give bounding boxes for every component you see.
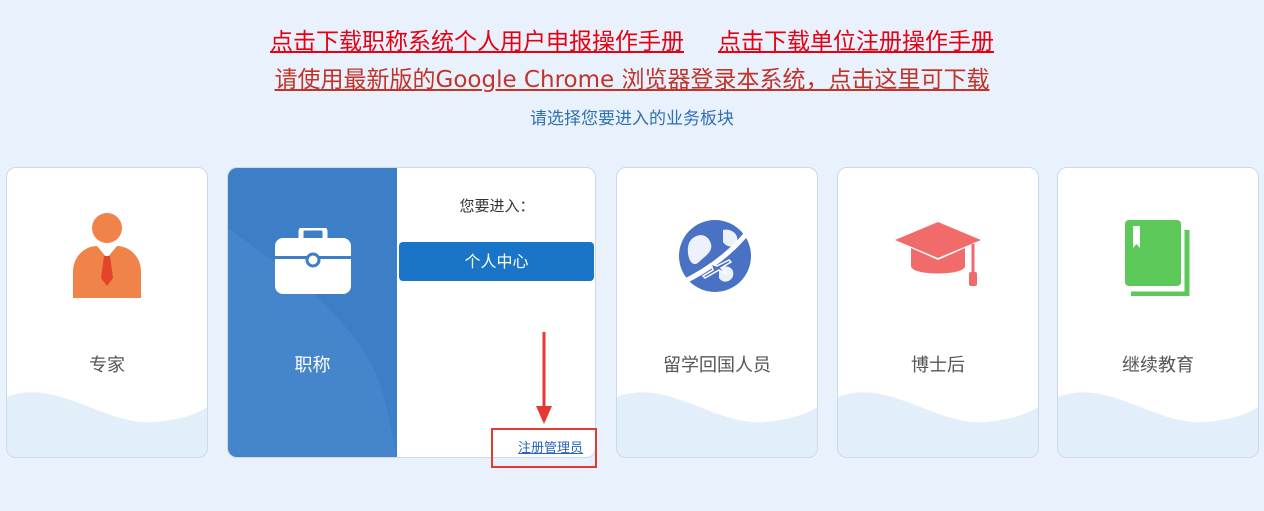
- title-evaluation-blue-panel[interactable]: 职称: [228, 168, 397, 457]
- card-wave-decoration: [617, 392, 817, 457]
- chrome-download-row: 请使用最新版的Google Chrome 浏览器登录本系统，点击这里可下载: [0, 62, 1264, 98]
- card-wave-decoration: [1058, 392, 1258, 457]
- module-card-postdoc[interactable]: 博士后: [837, 167, 1039, 458]
- enter-prompt: 您要进入：: [459, 197, 535, 215]
- briefcase-icon: [274, 225, 351, 298]
- personal-center-button[interactable]: 个人中心: [399, 242, 594, 281]
- manual-links-row: 点击下载职称系统个人用户申报操作手册 点击下载单位注册操作手册: [0, 24, 1264, 60]
- title-evaluation-options: 您要进入： 个人中心 注册管理员: [397, 168, 595, 457]
- module-card-expert[interactable]: 专家: [6, 167, 208, 458]
- book-icon: [1125, 220, 1191, 300]
- top-links: 点击下载职称系统个人用户申报操作手册 点击下载单位注册操作手册 请使用最新版的Go…: [0, 24, 1264, 98]
- module-card-returnee[interactable]: 留学回国人员: [616, 167, 818, 458]
- card-wave-decoration: [838, 392, 1038, 457]
- module-label-postdoc: 博士后: [911, 355, 965, 376]
- module-label-title-evaluation: 职称: [294, 355, 331, 376]
- personal-manual-download-link[interactable]: 点击下载职称系统个人用户申报操作手册: [270, 29, 684, 55]
- module-label-returnee: 留学回国人员: [663, 355, 771, 376]
- annotation-arrow: [536, 332, 552, 424]
- module-label-expert: 专家: [89, 355, 125, 376]
- expert-person-icon: [67, 212, 147, 306]
- select-module-subtitle: 请选择您要进入的业务板块: [530, 109, 734, 129]
- unit-manual-download-link[interactable]: 点击下载单位注册操作手册: [718, 29, 994, 55]
- globe-airplane-icon: [675, 212, 760, 300]
- module-card-continuing-education[interactable]: 继续教育: [1057, 167, 1259, 458]
- chrome-download-link[interactable]: 请使用最新版的Google Chrome 浏览器登录本系统，点击这里可下载: [275, 67, 990, 93]
- module-label-continuing-education: 继续教育: [1122, 355, 1194, 376]
- annotation-highlight-box: [491, 428, 597, 468]
- card-wave-decoration: [7, 392, 207, 457]
- panel-wave-decoration: [228, 228, 397, 457]
- graduation-cap-icon: [893, 220, 983, 294]
